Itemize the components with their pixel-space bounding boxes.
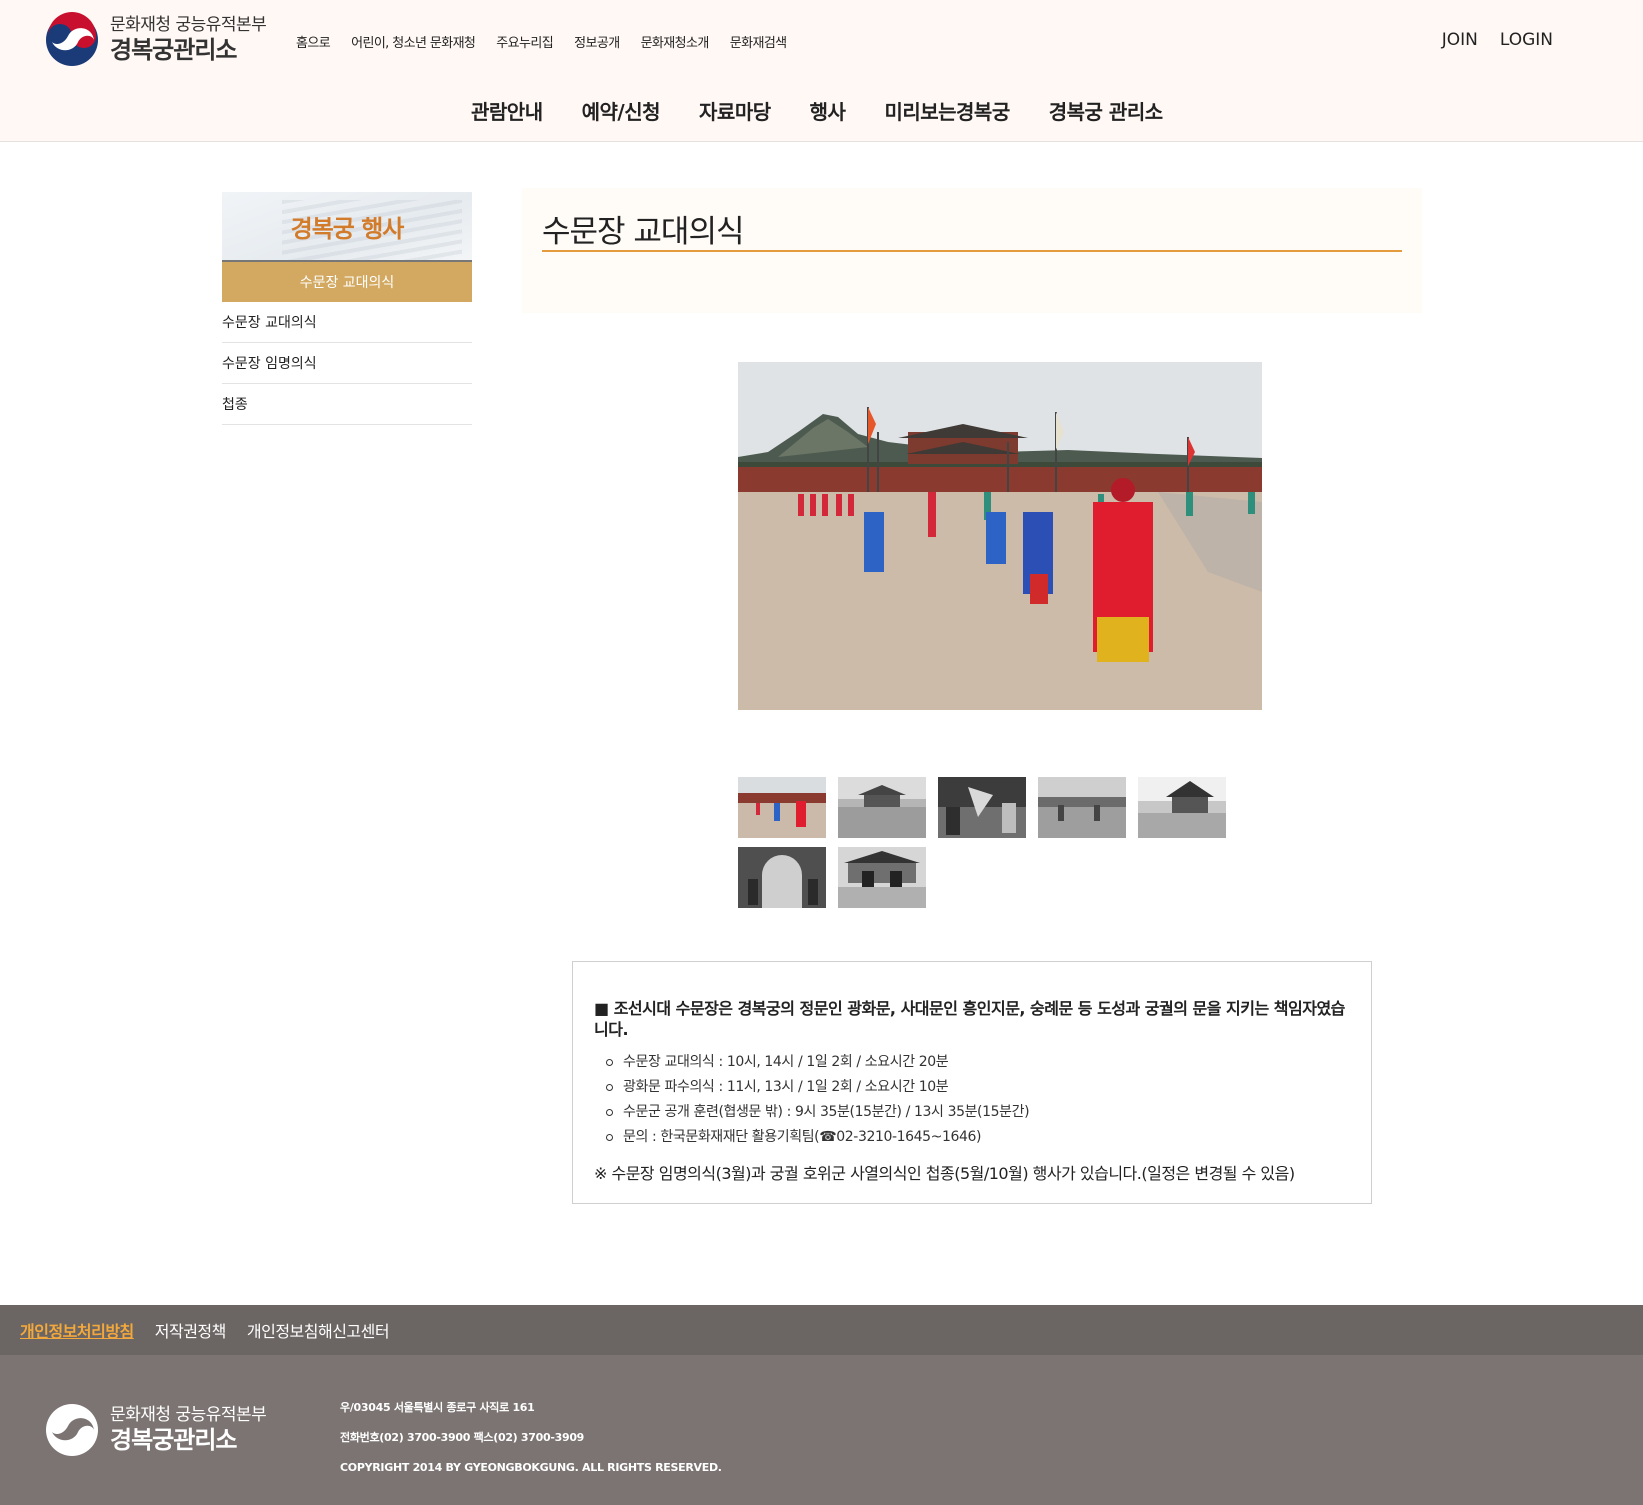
- taegeuk-logo-icon: [46, 1404, 98, 1456]
- schedule-item: 문의 : 한국문화재재단 활용기획팀(☎02-3210-1645~1646): [606, 1125, 1351, 1150]
- thumbnail-7[interactable]: [838, 847, 926, 908]
- page-title-box: 수문장 교대의식: [522, 188, 1422, 313]
- sidebar-header: 경복궁 행사: [222, 192, 472, 262]
- sidebar-item-guard-change[interactable]: 수문장 교대의식: [222, 302, 472, 343]
- thumbnail-1[interactable]: [738, 777, 826, 838]
- site-logo[interactable]: 문화재청 궁능유적본부 경복궁관리소: [44, 12, 267, 68]
- org-name-line1: 문화재청 궁능유적본부: [110, 15, 267, 36]
- sidebar-title: 경복궁 행사: [290, 214, 405, 243]
- sidebar-active-item[interactable]: 수문장 교대의식: [222, 262, 472, 302]
- gnb-item-preview[interactable]: 미리보는경복궁: [884, 96, 1010, 125]
- auth-links: JOIN LOGIN: [1420, 30, 1553, 50]
- top-link-sites[interactable]: 주요누리집: [496, 32, 553, 51]
- gnb-item-resources[interactable]: 자료마당: [699, 96, 771, 125]
- top-link-kids[interactable]: 어린이, 청소년 문화재청: [351, 32, 476, 51]
- info-note: ※ 수문장 임명의식(3월)과 궁궐 호위군 사열의식인 첩종(5월/10월) …: [594, 1164, 1295, 1183]
- thumbnail-5[interactable]: [1138, 777, 1226, 838]
- footer-logo: 문화재청 궁능유적본부 경복궁관리소: [44, 1402, 267, 1458]
- footer-links: 개인정보처리방침 저작권정책 개인정보침해신고센터: [0, 1305, 1643, 1355]
- join-link[interactable]: JOIN: [1442, 30, 1478, 50]
- copyright-policy-link[interactable]: 저작권정책: [155, 1318, 227, 1342]
- footer-copyright: COPYRIGHT 2014 BY GYEONGBOKGUNG. ALL RIG…: [340, 1461, 722, 1474]
- footer-org-line1: 문화재청 궁능유적본부: [110, 1405, 267, 1426]
- thumbnail-3[interactable]: [938, 777, 1026, 838]
- utility-nav: 홈으로 어린이, 청소년 문화재청 주요누리집 정보공개 문화재청소개 문화재검…: [296, 32, 808, 51]
- thumbnail-image: [838, 777, 926, 838]
- site-header: 문화재청 궁능유적본부 경복궁관리소 홈으로 어린이, 청소년 문화재청 주요누…: [0, 0, 1643, 142]
- thumbnail-image: [1138, 777, 1226, 838]
- org-name-line2: 경복궁관리소: [110, 36, 237, 65]
- thumbnail-image: [738, 847, 826, 908]
- ceremony-photo-image: [738, 362, 1262, 710]
- footer-address: 우/03045 서울특별시 종로구 사직로 161: [340, 1401, 535, 1414]
- thumbnail-4[interactable]: [1038, 777, 1126, 838]
- gnb-item-reservation[interactable]: 예약/신청: [582, 96, 661, 125]
- thumbnail-2[interactable]: [838, 777, 926, 838]
- thumbnail-image: [838, 847, 926, 908]
- schedule-item: 수문장 교대의식 : 10시, 14시 / 1일 2회 / 소요시간 20분: [606, 1050, 1351, 1075]
- sidebar-item-appointment[interactable]: 수문장 임명의식: [222, 343, 472, 384]
- site-footer: 문화재청 궁능유적본부 경복궁관리소 우/03045 서울특별시 종로구 사직로…: [0, 1355, 1643, 1505]
- thumbnail-image: [938, 777, 1026, 838]
- schedule-item: 수문군 공개 훈련(협생문 밖) : 9시 35분(15분간) / 13시 35…: [606, 1100, 1351, 1125]
- main-photo: [738, 362, 1262, 710]
- top-link-disclosure[interactable]: 정보공개: [574, 32, 620, 51]
- taegeuk-logo-icon: [46, 12, 98, 66]
- thumbnail-6[interactable]: [738, 847, 826, 908]
- privacy-policy-link[interactable]: 개인정보처리방침: [20, 1318, 134, 1342]
- thumbnail-image: [738, 777, 826, 838]
- footer-phone: 전화번호(02) 3700-3900 팩스(02) 3700-3909: [340, 1431, 585, 1444]
- top-link-search[interactable]: 문화재검색: [730, 32, 787, 51]
- thumbnail-image: [1038, 777, 1126, 838]
- main-nav: 관람안내 예약/신청 자료마당 행사 미리보는경복궁 경복궁 관리소: [471, 96, 1202, 125]
- info-lead: ■ 조선시대 수문장은 경복궁의 정문인 광화문, 사대문인 흥인지문, 숭례문…: [594, 999, 1345, 1039]
- schedule-item: 광화문 파수의식 : 11시, 13시 / 1일 2회 / 소요시간 10분: [606, 1075, 1351, 1100]
- schedule-list: 수문장 교대의식 : 10시, 14시 / 1일 2회 / 소요시간 20분 광…: [606, 1050, 1351, 1150]
- page-title: 수문장 교대의식: [542, 214, 744, 250]
- login-link[interactable]: LOGIN: [1500, 30, 1553, 50]
- footer-org-line2: 경복궁관리소: [110, 1426, 237, 1455]
- footer-address-block: 우/03045 서울특별시 종로구 사직로 161 전화번호(02) 3700-…: [340, 1393, 722, 1483]
- top-link-home[interactable]: 홈으로: [296, 32, 331, 51]
- sidebar: 경복궁 행사 수문장 교대의식 수문장 교대의식 수문장 임명의식 첩종: [222, 192, 472, 425]
- gnb-item-guide[interactable]: 관람안내: [471, 96, 543, 125]
- gnb-item-events[interactable]: 행사: [810, 96, 846, 125]
- sidebar-item-cheopjong[interactable]: 첩종: [222, 384, 472, 425]
- top-link-about[interactable]: 문화재청소개: [641, 32, 710, 51]
- privacy-report-link[interactable]: 개인정보침해신고센터: [247, 1318, 390, 1342]
- event-info-box: ■ 조선시대 수문장은 경복궁의 정문인 광화문, 사대문인 흥인지문, 숭례문…: [572, 961, 1372, 1204]
- gnb-item-office[interactable]: 경복궁 관리소: [1049, 96, 1163, 125]
- title-underline: [542, 250, 1402, 252]
